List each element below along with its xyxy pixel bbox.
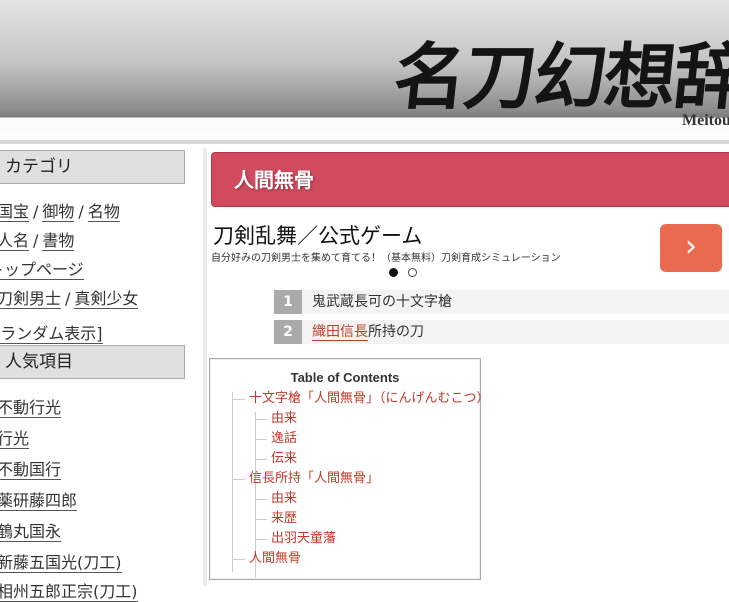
related-item[interactable]: 1 鬼武蔵長可の十文字槍 [274,290,729,314]
toc-item[interactable]: 十文字槍「人間無骨」（にんげんむこつ） [233,389,490,409]
toc-item[interactable]: 逸話 [254,429,297,449]
popular-link[interactable]: 新藤五国光(刀工) [0,553,122,573]
related-item[interactable]: 2 織田信長所持の刀 [274,320,729,344]
chevron-right-icon: › [685,229,697,264]
site-logo[interactable]: 名刀幻想辞 [389,18,729,123]
carousel-dot[interactable] [408,268,417,277]
sidebar: カテゴリ 国宝/御物/名物 人名/書物 トップページ 刀剣男士/真剣少女 [ラン… [0,144,203,602]
toc-item[interactable]: 由来 [254,409,297,429]
related-item-link[interactable]: 織田信長 [312,324,368,341]
main-content: 人間無骨 刀剣乱舞／公式ゲーム 自分好みの刀剣男士を集めて育てる！（基本無料）刀… [209,148,729,586]
sidebar-heading-popular: 人気項目 [0,345,185,379]
related-item-text[interactable]: 鬼武蔵長可の十文字槍 [312,294,452,310]
ad-description[interactable]: 自分好みの刀剣男士を集めて育てる！（基本無料）刀剣育成シミュレーション [211,249,561,264]
carousel-dot-active[interactable] [389,268,398,277]
toc-list: 十文字槍「人間無骨」（にんげんむこつ） 由来 逸話 伝来 信長所持「人間無骨」 … [232,391,490,578]
ad-open-button[interactable]: › [660,224,722,272]
sidebar-link-shomotsu[interactable]: 書物 [42,231,75,251]
site-subtitle: Meitou [682,112,729,129]
sidebar-link-jinmei[interactable]: 人名 [0,231,30,251]
toc-title: Table of Contents [290,370,400,385]
popular-link[interactable]: 不動行光 [0,398,62,418]
table-of-contents: Table of Contents 十文字槍「人間無骨」（にんげんむこつ） 由来… [209,358,490,580]
sidebar-link-row: トップページ [0,256,84,280]
site-header: 名刀幻想辞 Meitou [0,0,729,140]
sidebar-heading-category: カテゴリ [0,150,185,184]
sidebar-link-meibutsu[interactable]: 名物 [87,202,120,222]
sidebar-link-top-page[interactable]: トップページ [0,260,84,280]
sidebar-link-row: [ランダム表示] [0,320,103,344]
sidebar-link-kokuho[interactable]: 国宝 [0,202,30,222]
popular-link[interactable]: 薬研藤四郎 [0,491,78,511]
ad-title[interactable]: 刀剣乱舞／公式ゲーム [213,220,422,250]
popular-link[interactable]: 行光 [0,429,30,449]
sidebar-link-row: 国宝 / 御物 / 名物 [0,198,120,222]
toc-item[interactable]: 出羽天童藩 [254,529,336,549]
sidebar-divider [203,148,207,586]
related-item-number: 1 [274,290,302,314]
article-title: 人間無骨 [211,152,729,207]
toc-item[interactable]: 信長所持「人間無骨」 [232,469,379,489]
sidebar-link-random[interactable]: [ランダム表示] [0,324,103,344]
toc-item[interactable]: 伝来 [254,449,297,469]
popular-link[interactable]: 相州五郎正宗(刀工) [0,582,138,602]
popular-link[interactable]: 不動国行 [0,460,62,480]
sidebar-link-shinken-shoujo[interactable]: 真剣少女 [74,289,139,309]
related-item-number: 2 [274,320,302,344]
related-item-text: 所持の刀 [368,324,424,340]
toc-item[interactable]: 来歴 [254,509,297,529]
popular-link[interactable]: 鶴丸国永 [0,522,62,542]
toc-item[interactable]: 由来 [254,489,297,509]
sidebar-link-touken-danshi[interactable]: 刀剣男士 [0,289,62,309]
toc-item[interactable]: 人間無骨 [232,549,301,569]
sidebar-link-gyobutsu[interactable]: 御物 [42,202,75,222]
sidebar-link-row: 刀剣男士 / 真剣少女 [0,285,139,309]
sidebar-link-row: 人名 / 書物 [0,227,75,251]
